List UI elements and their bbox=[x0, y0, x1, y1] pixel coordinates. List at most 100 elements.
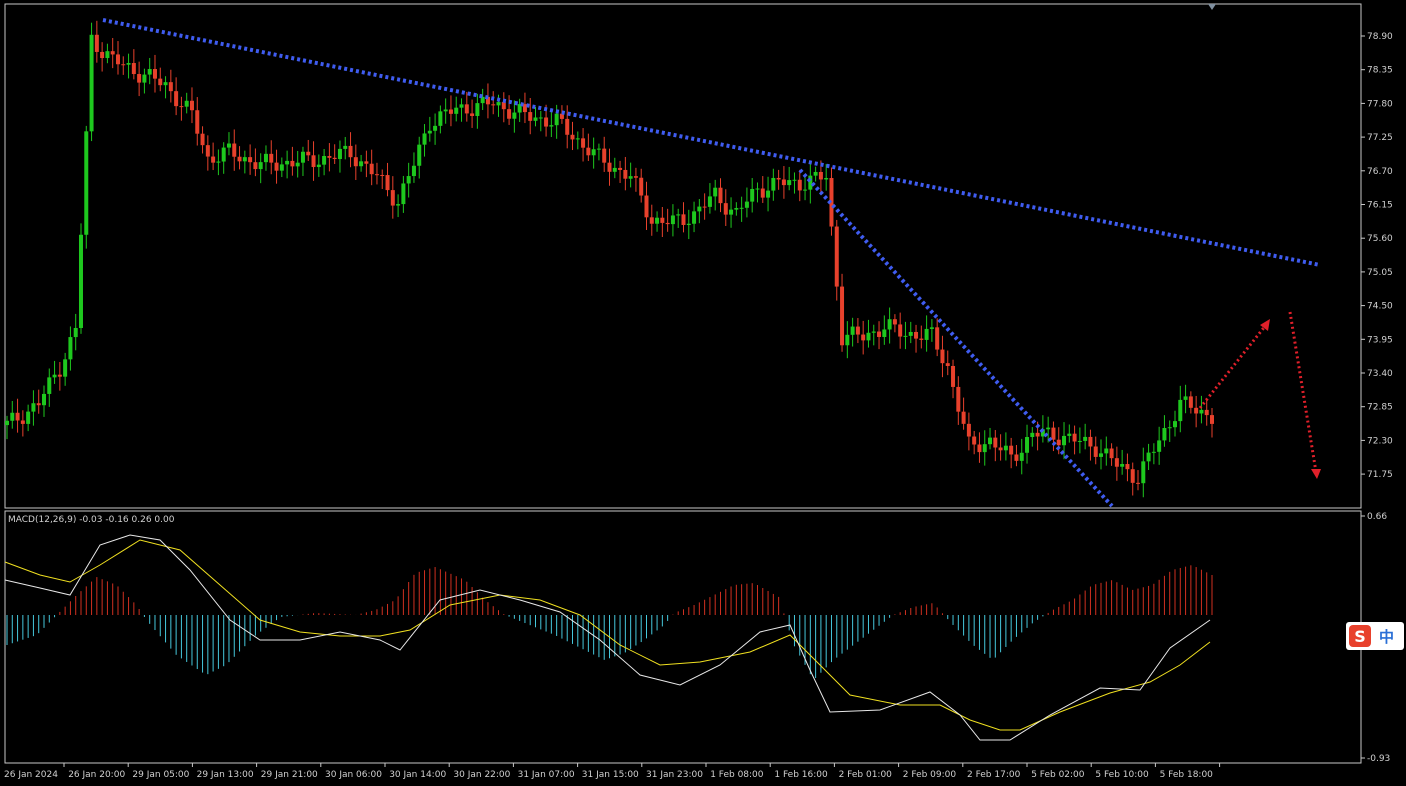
candle-bull bbox=[1141, 461, 1146, 484]
candle-bear bbox=[311, 155, 316, 168]
candle-bear bbox=[195, 110, 200, 134]
candle-bull bbox=[1099, 453, 1104, 457]
candle-bear bbox=[348, 145, 353, 158]
candle-bull bbox=[73, 327, 78, 338]
candle-bear bbox=[110, 51, 115, 55]
candle-bear bbox=[633, 176, 638, 178]
candle-bear bbox=[57, 374, 62, 377]
candle-bear bbox=[581, 138, 586, 148]
up-arrow-line bbox=[1198, 324, 1268, 409]
time-tick-label: 5 Feb 10:00 bbox=[1095, 770, 1149, 780]
ime-badge[interactable]: S 中 bbox=[1346, 622, 1404, 650]
candle-bull bbox=[47, 377, 52, 394]
candle-bull bbox=[903, 335, 908, 337]
time-tick-label: 29 Jan 21:00 bbox=[261, 770, 318, 780]
time-tick-label: 26 Jan 2024 bbox=[4, 770, 58, 780]
candle-bull bbox=[322, 156, 327, 165]
candle-bull bbox=[1157, 440, 1162, 452]
candle-bull bbox=[221, 147, 226, 162]
candle-bull bbox=[52, 374, 57, 378]
candle-bear bbox=[353, 157, 358, 167]
candle-bull bbox=[670, 215, 675, 225]
candle-bull bbox=[750, 188, 755, 202]
trendlines bbox=[102, 18, 1321, 508]
candle-bull bbox=[63, 359, 68, 377]
candle-bull bbox=[10, 412, 15, 421]
candle-bear bbox=[977, 444, 982, 453]
price-pane[interactable] bbox=[4, 3, 1362, 764]
candle-bear bbox=[94, 34, 99, 52]
macd-pane-frame bbox=[4, 510, 1362, 764]
candle-bull bbox=[1151, 451, 1156, 453]
candle-bull bbox=[1178, 399, 1183, 422]
candle-bear bbox=[681, 214, 686, 225]
candle-bull bbox=[929, 327, 934, 329]
candle-bull bbox=[1077, 440, 1082, 442]
candle-bear bbox=[1130, 469, 1135, 483]
candle-bull bbox=[1120, 464, 1125, 467]
macd-label: MACD(12,26,9) -0.03 -0.16 0.26 0.00 bbox=[8, 515, 175, 525]
candle-bull bbox=[792, 179, 797, 181]
candle-bear bbox=[470, 113, 475, 116]
candle-bear bbox=[586, 147, 591, 156]
candle-bear bbox=[945, 363, 950, 366]
macd-signal-line bbox=[4, 539, 1211, 731]
candle-bull bbox=[692, 211, 697, 224]
candle-bear bbox=[131, 63, 136, 75]
price-tick-label: 73.40 bbox=[1367, 369, 1393, 379]
time-tick-label: 2 Feb 17:00 bbox=[967, 770, 1021, 780]
candle-bull bbox=[982, 444, 987, 453]
candle-bear bbox=[1072, 433, 1077, 442]
candle-bull bbox=[538, 117, 543, 119]
time-tick-label: 5 Feb 18:00 bbox=[1160, 770, 1214, 780]
candle-bull bbox=[126, 63, 131, 65]
macd-pane[interactable] bbox=[4, 534, 1213, 741]
candle-bear bbox=[898, 324, 903, 337]
candle-bull bbox=[1167, 427, 1172, 429]
candle-bear bbox=[1109, 448, 1114, 459]
macd-line bbox=[4, 534, 1211, 741]
candle-bear bbox=[840, 286, 845, 346]
candle-bull bbox=[496, 102, 501, 106]
candle-bear bbox=[100, 51, 105, 59]
candle-bull bbox=[84, 131, 89, 235]
candle-bull bbox=[285, 160, 290, 165]
candle-bear bbox=[570, 134, 575, 140]
sogou-icon: S bbox=[1349, 625, 1371, 647]
price-tick-label: 74.50 bbox=[1367, 302, 1393, 312]
candle-bull bbox=[1162, 428, 1167, 441]
candle-bull bbox=[1003, 445, 1008, 451]
candle-bull bbox=[1062, 435, 1067, 446]
candle-bear bbox=[1188, 396, 1193, 408]
candle-bear bbox=[1136, 482, 1141, 484]
time-tick-label: 30 Jan 06:00 bbox=[325, 770, 382, 780]
candle-bull bbox=[1199, 409, 1204, 414]
trading-chart[interactable]: 78.90 78.35 77.80 77.25 76.70 76.15 75.60 75.05… bbox=[0, 0, 1406, 786]
candle-bull bbox=[422, 133, 427, 145]
candle-bull bbox=[438, 111, 443, 126]
candle-bull bbox=[1030, 432, 1035, 438]
candle-bull bbox=[226, 143, 231, 148]
candle-bear bbox=[1210, 415, 1214, 424]
candle-bear bbox=[522, 104, 527, 113]
candle-bull bbox=[713, 187, 718, 197]
candle-bull bbox=[258, 162, 263, 170]
candle-bear bbox=[374, 174, 379, 176]
candle-bear bbox=[448, 109, 453, 114]
candle-bear bbox=[369, 163, 374, 175]
time-tick-label: 29 Jan 13:00 bbox=[197, 770, 254, 780]
candle-bull bbox=[401, 183, 406, 205]
candle-bull bbox=[31, 403, 36, 412]
shift-marker-icon bbox=[1208, 4, 1216, 10]
candle-bear bbox=[528, 112, 533, 121]
candle-bull bbox=[596, 148, 601, 150]
candle-bear bbox=[179, 106, 184, 108]
candle-bear bbox=[290, 160, 295, 167]
candle-bear bbox=[940, 349, 945, 364]
candle-bear bbox=[501, 102, 506, 110]
time-tick-label: 1 Feb 16:00 bbox=[774, 770, 828, 780]
candle-bear bbox=[892, 319, 897, 325]
candle-bear bbox=[919, 338, 924, 340]
price-tick-label: 73.95 bbox=[1367, 335, 1393, 345]
candle-bear bbox=[602, 148, 607, 163]
